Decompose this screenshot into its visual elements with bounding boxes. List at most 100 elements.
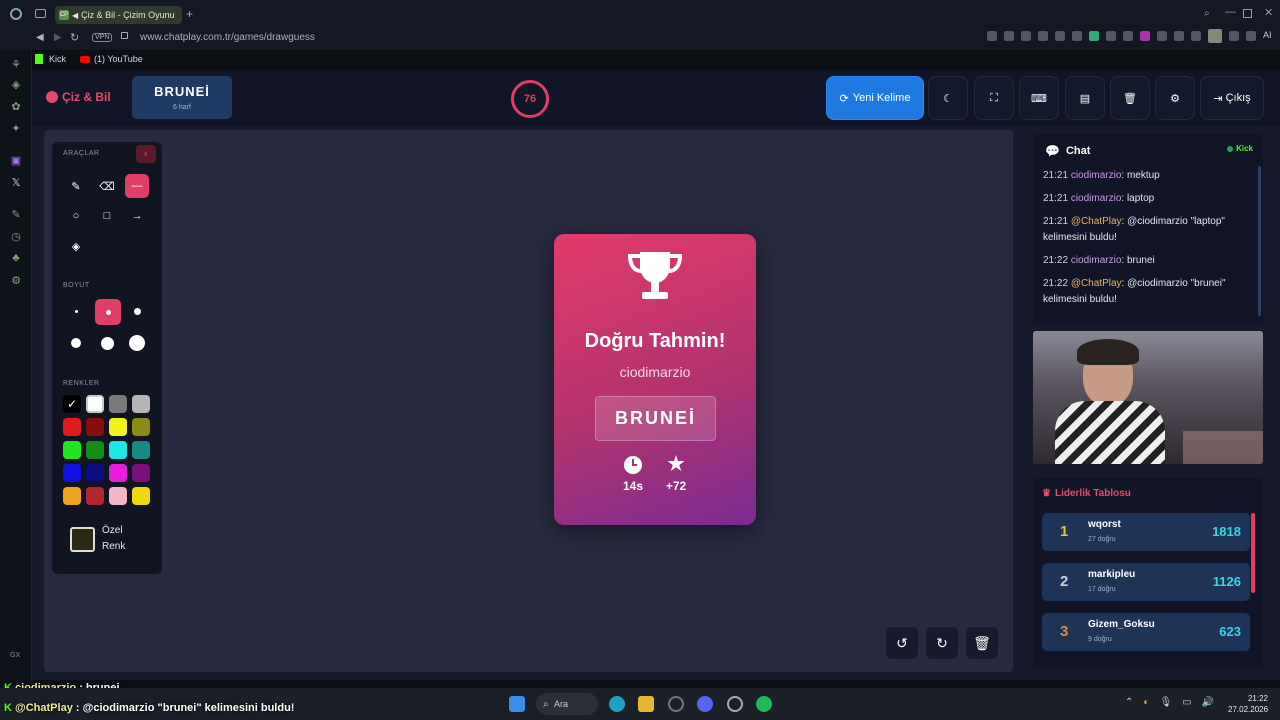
size-l[interactable] [64,331,88,355]
brush-tool[interactable]: ✎ [64,174,88,198]
file-explorer-icon[interactable] [638,696,654,712]
twitch-icon[interactable]: ▣ [8,152,24,168]
fullscreen-button[interactable]: ⛶ [974,76,1014,120]
extension-icon[interactable] [1246,31,1256,41]
leaderboard-scrollbar[interactable] [1251,513,1255,593]
extension-icon[interactable] [1021,31,1031,41]
color-swatch[interactable] [86,418,104,436]
color-swatch[interactable] [132,441,150,459]
size-m[interactable] [125,299,149,323]
sidebar-icon[interactable]: ⚘ [8,56,24,72]
taskbar-search[interactable]: ⌕ Ara [536,693,598,715]
bookmark-kick[interactable]: Kick [49,54,66,64]
color-swatch[interactable] [132,464,150,482]
settings-button[interactable]: ⚙ [1155,76,1195,120]
custom-color-label[interactable]: Özel Renk [102,523,125,555]
profile-avatar[interactable] [1208,29,1222,43]
sidebar-icon[interactable]: ✎ [8,206,24,222]
restore-button[interactable] [1243,9,1252,18]
extension-icon[interactable] [1004,31,1014,41]
drawing-canvas[interactable] [44,130,1013,672]
sidebar-icon[interactable]: ♣ [8,250,24,266]
size-xs[interactable] [64,299,88,323]
app-icon[interactable] [727,696,743,712]
bookmark-youtube[interactable]: (1) YouTube [94,54,143,64]
archive-button[interactable]: ▤ [1065,76,1105,120]
extension-icon[interactable] [1140,31,1150,41]
color-swatch[interactable] [132,395,150,413]
forward-icon[interactable]: ▶ [54,32,62,43]
color-swatch[interactable] [63,441,81,459]
tab-search-icon[interactable]: ⌕ [1204,8,1210,19]
chat-scrollbar[interactable] [1258,166,1261,316]
color-swatch[interactable] [86,441,104,459]
ai-label[interactable]: AI [1263,30,1272,43]
speaker-icon[interactable]: ◀ [72,11,78,20]
fill-tool[interactable]: ◈ [64,234,88,258]
spotify-icon[interactable] [756,696,772,712]
opera-gx-icon[interactable] [668,696,684,712]
network-icon[interactable]: ▭ [1182,697,1191,708]
active-tab[interactable]: CP ◀ Çiz & Bil - Çizim Oyunu [55,6,182,24]
color-swatch[interactable] [132,418,150,436]
color-swatch[interactable] [86,395,104,413]
tray-app-icon[interactable]: ◐ [1143,697,1149,708]
sidebar-icon[interactable]: ✦ [8,120,24,136]
volume-icon[interactable]: 🔊 [1202,697,1214,708]
vpn-badge[interactable]: VPN [92,32,113,42]
chevron-up-icon[interactable]: ⌃ [1125,697,1133,708]
extension-icon[interactable] [1038,31,1048,41]
new-tab-button[interactable]: + [186,7,193,21]
minimize-button[interactable]: — [1225,6,1236,18]
settings-icon[interactable]: ⚙ [8,272,24,288]
clock[interactable]: 21:22 27.02.2026 [1228,693,1268,715]
close-window-button[interactable]: ✕ [1264,6,1273,19]
color-swatch[interactable] [63,464,81,482]
windows-start-icon[interactable] [509,696,525,712]
extension-icon[interactable] [1191,31,1201,41]
new-word-button[interactable]: ⟳ Yeni Kelime [826,76,924,120]
color-swatch[interactable] [109,464,127,482]
dark-mode-button[interactable]: ☾ [928,76,968,120]
clear-canvas-button[interactable]: 🗑 [965,626,999,660]
extension-icon[interactable] [1055,31,1065,41]
eraser-tool[interactable]: ⌫ [95,174,119,198]
reload-icon[interactable]: ↻ [70,31,79,44]
rectangle-tool[interactable]: □ [95,204,119,228]
color-swatch[interactable] [109,487,127,505]
edge-icon[interactable] [609,696,625,712]
extension-icon[interactable] [1089,31,1099,41]
size-s[interactable] [95,299,121,325]
color-swatch[interactable] [63,487,81,505]
color-swatch[interactable] [109,395,127,413]
extension-icon[interactable] [1123,31,1133,41]
size-xl[interactable] [95,331,119,355]
collapse-tools-button[interactable]: ‹ [136,145,156,163]
back-icon[interactable]: ◀ [36,32,44,43]
exit-button[interactable]: ⇥ Çıkış [1200,76,1264,120]
x-icon[interactable]: 𝕏 [8,174,24,190]
size-xxl[interactable] [125,331,149,355]
arrow-tool[interactable]: → [125,204,149,228]
color-swatch[interactable]: ✓ [63,395,81,413]
extension-icon[interactable] [1106,31,1116,41]
url-field[interactable]: www.chatplay.com.tr/games/drawguess [140,32,315,43]
circle-tool[interactable]: ○ [64,204,88,228]
app-logo[interactable]: Çiz & Bil [46,90,111,104]
extension-icon[interactable] [1174,31,1184,41]
color-swatch[interactable] [86,487,104,505]
sidebar-icon[interactable]: ✿ [8,98,24,114]
redo-button[interactable]: ↻ [925,626,959,660]
custom-color-preview[interactable] [70,527,95,552]
color-swatch[interactable] [86,464,104,482]
opera-logo-icon[interactable] [10,8,22,20]
workspaces-icon[interactable] [35,9,46,18]
clock-icon[interactable]: ◷ [8,228,24,244]
extension-icon[interactable] [1072,31,1082,41]
sidebar-icon[interactable]: ◈ [8,76,24,92]
extension-icon[interactable] [1157,31,1167,41]
keyboard-button[interactable]: ⌨ [1019,76,1059,120]
color-swatch[interactable] [63,418,81,436]
line-tool[interactable]: — [125,174,149,198]
discord-icon[interactable] [697,696,713,712]
